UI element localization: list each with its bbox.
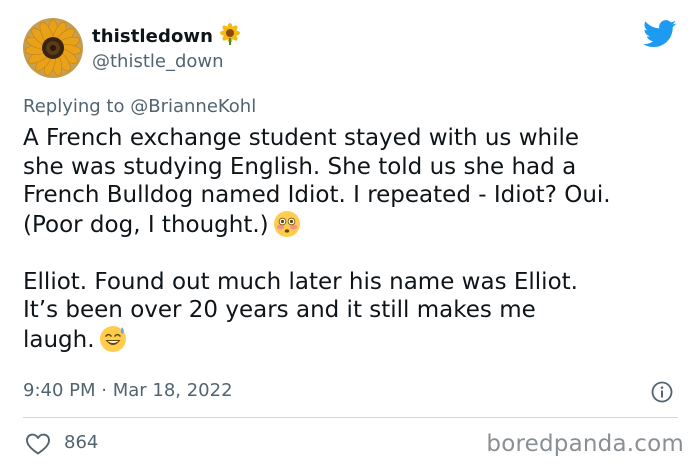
- divider: [23, 417, 678, 418]
- display-name[interactable]: thistledown: [92, 26, 213, 47]
- avatar[interactable]: [23, 18, 83, 78]
- tweet-line: French Bulldog named Idiot. I repeated -…: [23, 182, 611, 208]
- tweet-line-with-emoji: (Poor dog, I thought.): [23, 210, 683, 240]
- reply-prefix: Replying to: [23, 96, 125, 117]
- tweet-text: A French exchange student stayed with us…: [23, 124, 683, 354]
- tweet-line: (Poor dog, I thought.): [23, 211, 269, 238]
- sunflower-avatar-image: [23, 18, 83, 78]
- watermark: boredpanda.com: [486, 431, 684, 457]
- tweet-line: she was studying English. She told us sh…: [23, 153, 577, 180]
- tweet-paragraph-2: Elliot. Found out much later his name wa…: [23, 268, 683, 355]
- tweet-line: laugh.: [23, 326, 95, 353]
- heart-icon[interactable]: [25, 432, 51, 456]
- sunflower-icon: [219, 23, 241, 49]
- tweet-card: thistledown @thistle_down Replying to @B…: [0, 0, 700, 471]
- reply-mention-link[interactable]: @BrianneKohl: [130, 96, 256, 117]
- like-count: 864: [64, 432, 99, 453]
- tweet-line: Elliot. Found out much later his name wa…: [23, 268, 578, 295]
- user-handle[interactable]: @thistle_down: [92, 51, 224, 72]
- tweet-line: It’s been over 20 years and it still mak…: [23, 297, 536, 323]
- user-name-row[interactable]: thistledown: [92, 23, 241, 49]
- tweet-paragraph-1: A French exchange student stayed with us…: [23, 124, 683, 239]
- flushed-face-emoji-icon: [273, 210, 301, 238]
- info-icon[interactable]: [651, 381, 673, 403]
- grinning-face-with-sweat-emoji-icon: [99, 325, 127, 353]
- tweet-line: A French exchange student stayed with us…: [23, 125, 580, 151]
- reply-context: Replying to @BrianneKohl: [23, 96, 256, 117]
- twitter-bird-icon[interactable]: [643, 20, 677, 48]
- tweet-timestamp[interactable]: 9:40 PM · Mar 18, 2022: [23, 380, 233, 401]
- tweet-line-with-emoji: laugh.: [23, 325, 683, 355]
